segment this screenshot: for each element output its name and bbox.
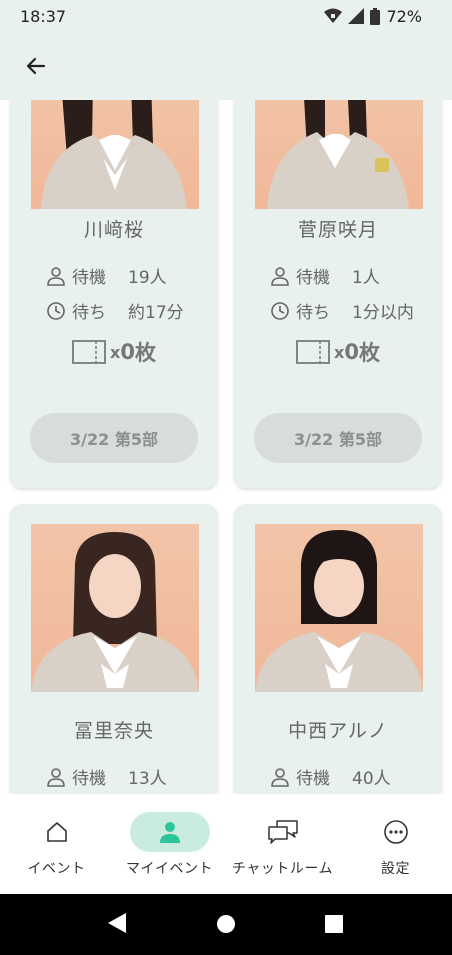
nav-label: チャットルーム (232, 861, 333, 877)
member-card[interactable]: 冨里奈央 待機 13人 (10, 504, 218, 794)
wait-time-row: 待ち 約17分 (46, 298, 184, 323)
nav-label: イベント (27, 861, 86, 877)
member-name: 菅原咲月 (297, 219, 378, 241)
person-icon (271, 266, 289, 286)
member-name: 中西アルノ (288, 720, 388, 742)
member-photo (31, 100, 199, 209)
ticket-unit: 枚 (358, 341, 380, 365)
slot-button[interactable]: 3/22 第5部 (30, 413, 198, 463)
ticket-row: x 0 枚 (234, 337, 442, 367)
wait-label: 待機 (296, 769, 330, 789)
wait-label: 待機 (72, 769, 106, 789)
person-icon (47, 266, 65, 286)
wait-label: 待機 (72, 268, 106, 288)
back-triangle-icon[interactable] (106, 911, 128, 935)
time-value: 1分以内 (352, 303, 414, 323)
status-time: 18:37 (20, 6, 67, 26)
member-photo (255, 524, 423, 692)
nav-label: 設定 (381, 861, 410, 877)
system-navigation-bar (0, 894, 452, 955)
nav-item-chat-room[interactable]: チャットルーム (226, 794, 339, 894)
nav-label: マイイベント (126, 861, 213, 877)
wait-value: 40人 (352, 769, 391, 789)
ticket-x: x (110, 342, 121, 362)
status-icons: 72% (324, 7, 422, 26)
wait-time-row: 待ち 1分以内 (270, 298, 414, 323)
wait-value: 1人 (352, 268, 380, 288)
clock-icon (271, 301, 289, 320)
clock-icon (47, 301, 65, 320)
member-photo (255, 100, 423, 209)
wait-label: 待機 (296, 268, 330, 288)
ticket-count: 0 (120, 340, 135, 364)
member-card[interactable]: 中西アルノ 待機 40人 (234, 504, 442, 794)
cell-signal-icon (348, 8, 365, 24)
wait-count-row: 待機 13人 (46, 764, 167, 789)
recents-square-icon[interactable] (324, 914, 344, 934)
ticket-unit: 枚 (134, 341, 156, 365)
member-name: 冨里奈央 (73, 720, 154, 742)
home-circle-icon[interactable] (216, 914, 236, 934)
ticket-icon (296, 340, 330, 364)
battery-percent: 72% (386, 6, 422, 26)
wait-value: 19人 (128, 268, 167, 288)
member-card[interactable]: 川﨑桜 待機 19人 待ち 約17分 x 0 枚 3/22 第5部 (10, 100, 218, 488)
more-icon (383, 820, 408, 844)
nav-item-my-events[interactable]: マイイベント (113, 794, 226, 894)
nav-item-settings[interactable]: 設定 (339, 794, 452, 894)
nav-item-events[interactable]: イベント (0, 794, 113, 894)
person-icon (159, 822, 180, 843)
time-value: 約17分 (128, 303, 184, 323)
time-label: 待ち (296, 303, 330, 323)
person-icon (271, 767, 289, 787)
home-icon (46, 822, 67, 842)
slot-button[interactable]: 3/22 第5部 (254, 413, 422, 463)
member-name: 川﨑桜 (83, 219, 144, 241)
status-bar: 18:37 72% (0, 0, 452, 32)
person-icon (47, 767, 65, 787)
time-label: 待ち (72, 303, 106, 323)
battery-icon (370, 7, 381, 25)
ticket-count: 0 (344, 340, 359, 364)
wait-count-row: 待機 1人 (270, 263, 380, 288)
ticket-row: x 0 枚 (10, 337, 218, 367)
wait-count-row: 待機 40人 (270, 764, 391, 789)
bottom-navigation: イベント マイイベント チャットルーム 設定 (0, 794, 452, 894)
wifi-icon (324, 8, 343, 23)
back-button[interactable] (18, 48, 54, 84)
chat-icon (267, 820, 298, 844)
app-bar (0, 32, 452, 100)
arrow-left-icon (26, 57, 46, 75)
ticket-x: x (334, 342, 345, 362)
member-card[interactable]: 菅原咲月 待機 1人 待ち 1分以内 x 0 枚 3/22 第5部 (234, 100, 442, 488)
member-photo (31, 524, 199, 692)
wait-count-row: 待機 19人 (46, 263, 167, 288)
member-grid[interactable]: 川﨑桜 待機 19人 待ち 約17分 x 0 枚 3/22 第5部 菅原咲月 待… (0, 100, 452, 794)
wait-value: 13人 (128, 769, 167, 789)
ticket-icon (72, 340, 106, 364)
